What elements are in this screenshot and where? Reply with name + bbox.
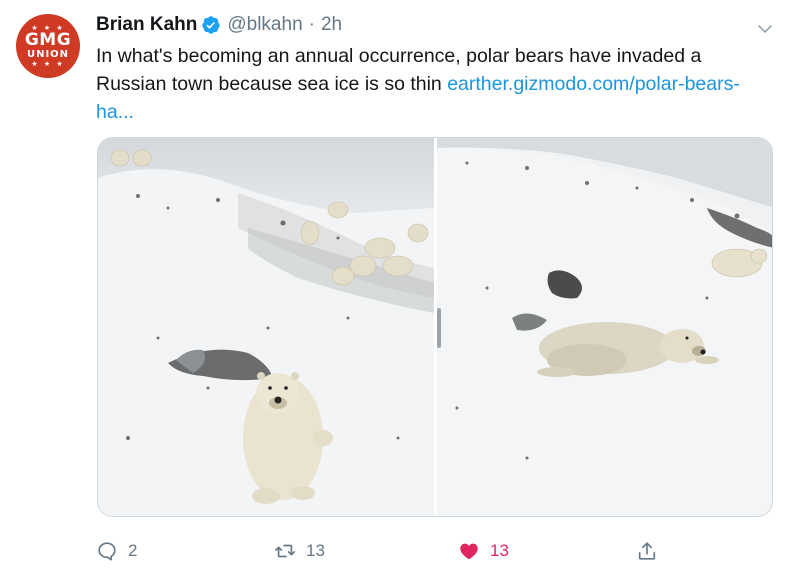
author-handle[interactable]: @blkahn	[227, 14, 302, 36]
media-container	[97, 137, 773, 517]
polar-bears-photo-right[interactable]	[437, 138, 773, 517]
author-name[interactable]: Brian Kahn	[96, 14, 197, 36]
reply-count: 2	[128, 541, 138, 560]
chevron-down-icon[interactable]	[756, 20, 774, 38]
retweet-icon	[275, 544, 295, 558]
reply-button[interactable]: 2	[96, 536, 137, 566]
reply-icon	[98, 542, 116, 561]
like-count: 13	[490, 541, 509, 560]
avatar-logo-bottom: UNION	[26, 49, 70, 60]
share-button[interactable]	[636, 536, 658, 566]
heart-icon	[460, 543, 478, 560]
tweet[interactable]: ★ ★ ★ GMG UNION ★ ★ ★ Brian Kahn @blkahn…	[0, 0, 788, 584]
like-button[interactable]: 13	[458, 536, 509, 566]
tweet-actions: 2 13 13	[96, 536, 696, 566]
timestamp[interactable]: 2h	[321, 14, 342, 36]
avatar[interactable]: ★ ★ ★ GMG UNION ★ ★ ★	[16, 14, 80, 78]
avatar-logo-top: GMG	[24, 30, 72, 50]
retweet-button[interactable]: 13	[274, 536, 325, 566]
verified-badge-icon	[202, 16, 221, 34]
tweet-header: Brian Kahn @blkahn · 2h	[96, 12, 342, 38]
retweet-count: 13	[306, 541, 325, 560]
avatar-stars-bottom: ★ ★ ★	[31, 60, 65, 68]
media-scroll-handle[interactable]	[437, 308, 441, 348]
separator-dot: ·	[308, 14, 315, 35]
polar-bears-photo-left[interactable]	[98, 138, 434, 517]
share-icon	[638, 542, 656, 560]
tweet-text: In what's becoming an annual occurrence,…	[96, 42, 776, 126]
